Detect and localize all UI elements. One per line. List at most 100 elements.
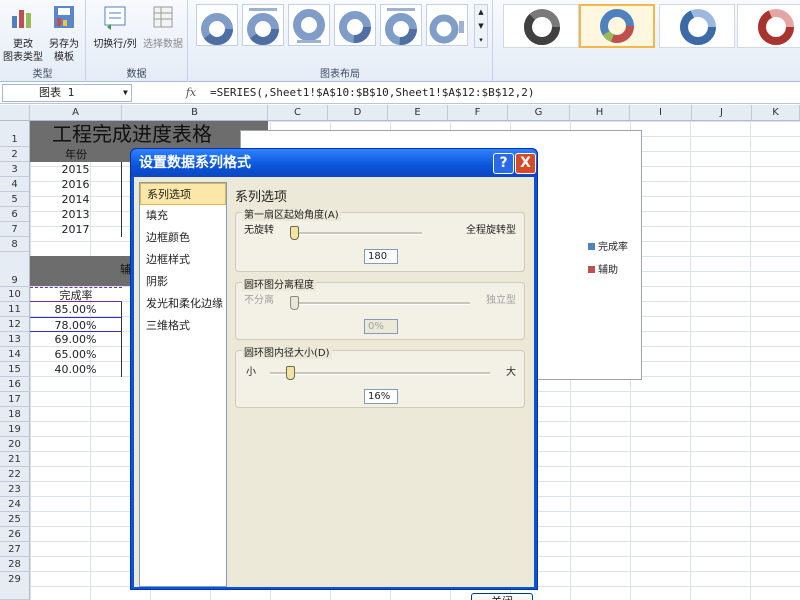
year-cell[interactable]: 2014 [30,192,122,207]
chart-style-3[interactable] [659,4,735,48]
row-header[interactable]: 7 [0,222,30,237]
rate-cell[interactable]: 65.00% [30,347,122,362]
rate-cell[interactable]: 69.00% [30,332,122,347]
row-header[interactable]: 16 [0,377,30,392]
switch-row-column-button[interactable]: 切换行/列 [90,0,140,51]
angle-slider-handle[interactable] [290,226,299,240]
row-header[interactable]: 25 [0,512,30,527]
layout-gallery-scroll[interactable]: ▲ ▼ ▾ [474,4,488,48]
rate-header-cell[interactable]: 完成率 [30,287,122,302]
chevron-down-icon[interactable]: ▼ [123,85,128,101]
row-header[interactable]: 6 [0,207,30,222]
row-header[interactable]: 14 [0,347,30,362]
row-header[interactable]: 2 [0,147,30,162]
explosion-slider-track[interactable] [294,302,470,305]
explosion-input[interactable]: 0% [364,319,398,334]
year-header-cell[interactable]: 年份 [30,147,122,162]
help-icon[interactable]: ? [493,153,514,174]
scroll-up-icon[interactable]: ▲ [475,5,487,19]
row-header[interactable]: 23 [0,482,30,497]
row-header[interactable]: 1 [0,121,30,147]
column-header-c[interactable]: C [268,105,328,121]
row-header[interactable]: 3 [0,162,30,177]
row-header[interactable]: 19 [0,422,30,437]
name-box[interactable]: 图表 1 ▼ [2,84,132,102]
scroll-down-icon[interactable]: ▼ [475,19,487,33]
row-header[interactable]: 12 [0,317,30,332]
category-glow-soft-edges[interactable]: 发光和柔化边缘 [140,293,226,315]
row-header[interactable]: 10 [0,287,30,302]
category-border-style[interactable]: 边框样式 [140,249,226,271]
row-header[interactable]: 22 [0,467,30,482]
year-cell[interactable]: 2016 [30,177,122,192]
layout-2-thumbnail[interactable] [242,4,284,46]
category-fill[interactable]: 填充 [140,205,226,227]
row-header[interactable]: 5 [0,192,30,207]
rate-cell[interactable]: 40.00% [30,362,122,377]
layout-5-thumbnail[interactable] [380,4,422,46]
row-header[interactable]: 8 [0,237,30,252]
year-cell[interactable]: 2017 [30,222,122,237]
chart-style-4[interactable] [737,4,800,48]
chart-style-2-selected[interactable] [579,4,655,48]
column-header-h[interactable]: H [570,105,630,121]
row-header[interactable]: 18 [0,407,30,422]
save-as-template-button[interactable]: 另存为 模板 [44,0,84,64]
insert-function-icon[interactable]: fx [180,84,202,102]
year-cell[interactable]: 2015 [30,162,122,177]
row-header[interactable]: 28 [0,557,30,572]
column-header-f[interactable]: F [448,105,508,121]
row-header[interactable]: 13 [0,332,30,347]
column-header-j[interactable]: J [692,105,752,121]
row-header[interactable]: 29 [0,572,30,600]
select-all-corner[interactable] [0,105,30,121]
legend-item[interactable]: 完成率 [588,238,628,253]
rate-cell[interactable]: 78.00% [30,317,122,332]
category-shadow[interactable]: 阴影 [140,271,226,293]
category-series-options[interactable]: 系列选项 [140,183,226,205]
hole-size-slider-track[interactable] [270,372,490,375]
hole-size-input[interactable]: 16% [364,389,398,404]
column-header-e[interactable]: E [388,105,448,121]
formula-input[interactable]: =SERIES(,Sheet1!$A$10:$B$10,Sheet1!$A$12… [210,84,798,102]
row-header[interactable]: 26 [0,527,30,542]
row-header[interactable]: 24 [0,497,30,512]
layout-4-thumbnail[interactable] [334,4,376,46]
row-header[interactable]: 20 [0,437,30,452]
change-chart-type-button[interactable]: 更改 图表类型 [2,0,44,64]
category-border-color[interactable]: 边框颜色 [140,227,226,249]
chart-legend[interactable]: 完成率 辅助 [588,238,628,284]
row-header[interactable]: 11 [0,302,30,317]
explosion-slider-handle[interactable] [290,296,299,310]
row-header[interactable]: 17 [0,392,30,407]
rate-cell[interactable]: 85.00% [30,302,122,317]
series-options-panel: 系列选项 第一扇区起始角度(A) 无旋转 全程旋转型 180 圆环图分离程度 不… [231,182,531,587]
close-icon[interactable]: X [515,153,536,174]
layout-6-thumbnail[interactable] [426,4,468,46]
sheet-title-cell[interactable]: 工程完成进度表格 [30,121,268,147]
column-header-k[interactable]: K [752,105,800,121]
angle-input[interactable]: 180 [364,249,398,264]
row-header[interactable]: 15 [0,362,30,377]
layout-3-thumbnail[interactable] [288,4,330,46]
layout-1-thumbnail[interactable] [196,4,238,46]
column-header-b[interactable]: B [122,105,268,121]
gallery-expand-icon[interactable]: ▾ [475,33,487,47]
row-header[interactable]: 21 [0,452,30,467]
hole-size-slider-handle[interactable] [286,366,295,380]
category-3d-format[interactable]: 三维格式 [140,315,226,337]
column-header-g[interactable]: G [508,105,570,121]
close-button[interactable]: 关闭 [471,593,533,600]
row-header[interactable]: 27 [0,542,30,557]
year-cell[interactable]: 2013 [30,207,122,222]
row-header[interactable]: 9 [0,252,30,287]
column-header-i[interactable]: I [630,105,692,121]
legend-item[interactable]: 辅助 [588,261,628,276]
column-header-a[interactable]: A [30,105,122,121]
chart-style-1[interactable] [503,4,579,48]
select-data-button[interactable]: 选择数据 [140,0,186,51]
angle-slider-track[interactable] [294,232,422,235]
column-header-d[interactable]: D [328,105,388,121]
row-header[interactable]: 4 [0,177,30,192]
dialog-title[interactable]: 设置数据系列格式 [131,149,537,177]
